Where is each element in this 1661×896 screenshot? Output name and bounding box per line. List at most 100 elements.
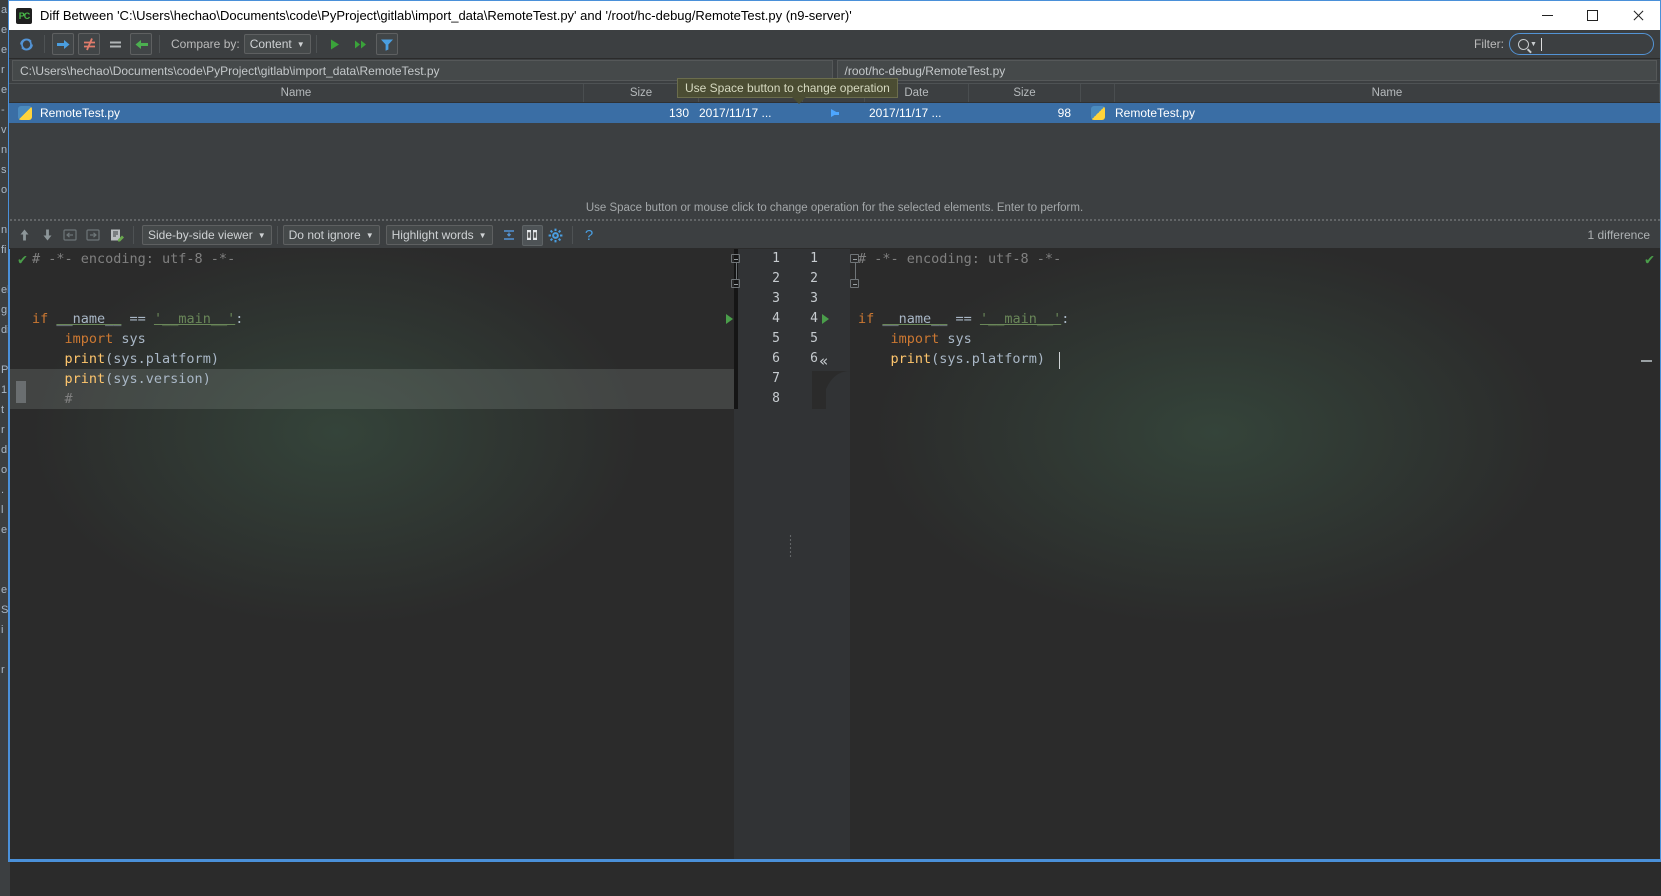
diff-marker-dash <box>1641 360 1652 362</box>
code-line: import sys <box>858 329 1660 349</box>
arrow-left-icon[interactable] <box>130 33 152 55</box>
line-number: 5 <box>810 331 818 346</box>
chevron-down-icon[interactable]: ▼ <box>1530 41 1537 48</box>
toolbar-divider-3 <box>315 35 317 53</box>
column-header-name-left[interactable]: Name <box>9 84 584 102</box>
code-token: '__main__' <box>979 311 1062 327</box>
ignore-mode-value: Do not ignore <box>288 228 361 242</box>
filter-zone: Filter: ▼ <box>1474 33 1654 55</box>
diff-toolbar-divider <box>133 226 134 244</box>
code-token: __name__ <box>882 311 948 327</box>
refresh-icon[interactable] <box>15 33 37 55</box>
code-line: import sys <box>32 329 734 349</box>
code-token: == <box>121 311 154 327</box>
line-number: 8 <box>772 391 780 406</box>
code-token: # -*- encoding: utf-8 -*- <box>32 251 236 267</box>
difference-count: 1 difference <box>1587 228 1651 242</box>
toolbar-divider-2 <box>159 35 160 53</box>
highlight-mode-dropdown[interactable]: Highlight words ▼ <box>385 225 493 245</box>
line-number: 3 <box>772 291 780 306</box>
diff-window: PC Diff Between 'C:\Users\hechao\Documen… <box>8 0 1661 862</box>
arrow-down-icon[interactable] <box>37 225 58 246</box>
line-number: 7 <box>772 371 780 386</box>
code-line: # -*- encoding: utf-8 -*- <box>32 249 734 269</box>
accept-right-icon[interactable] <box>83 225 104 246</box>
code-token: print <box>64 351 106 367</box>
viewer-mode-value: Side-by-side viewer <box>148 228 253 242</box>
compare-by-value: Content <box>249 37 292 51</box>
code-token: # <box>32 391 73 407</box>
accept-left-icon[interactable] <box>60 225 81 246</box>
arrow-up-icon[interactable] <box>14 225 35 246</box>
chevron-down-icon: ▼ <box>257 230 266 240</box>
column-header-name-right[interactable]: Name <box>1115 84 1660 102</box>
line-number: 6 <box>772 351 780 366</box>
file-size-left: 130 <box>668 106 689 120</box>
operation-cell[interactable] <box>803 103 865 123</box>
line-number: 3 <box>810 291 818 306</box>
not-equal-icon[interactable] <box>78 33 100 55</box>
arrow-right-icon[interactable] <box>52 33 74 55</box>
minimize-icon[interactable] <box>1525 1 1570 30</box>
column-header-size-right[interactable]: Size <box>969 84 1081 102</box>
show-whitespaces-icon[interactable] <box>521 224 543 246</box>
left-editor-pane[interactable]: ✔ # -*- encoding: utf-8 -*- if __name__ … <box>9 249 734 861</box>
right-code-lines: # -*- encoding: utf-8 -*- if __name__ ==… <box>858 249 1660 369</box>
code-token: == <box>947 311 980 327</box>
right-path-field[interactable]: /root/hc-debug/RemoteTest.py <box>836 60 1657 81</box>
edit-source-icon[interactable] <box>106 225 127 246</box>
search-input[interactable]: ▼ <box>1509 33 1654 55</box>
column-header-icon-right[interactable] <box>1081 84 1115 102</box>
play-icon[interactable] <box>324 33 346 55</box>
line-number: 1 <box>772 251 780 266</box>
copy-to-right-arrow-icon <box>830 109 839 117</box>
chevron-double-left-icon[interactable]: « <box>819 352 828 370</box>
diff-toolbar: Side-by-side viewer ▼ Do not ignore ▼ Hi… <box>9 222 1660 249</box>
file-list: RemoteTest.py 130 2017/11/17 ... 2017/11… <box>9 103 1660 199</box>
table-row[interactable]: RemoteTest.py 130 2017/11/17 ... 2017/11… <box>9 103 1660 123</box>
funnel-icon[interactable] <box>375 33 398 55</box>
window-bottom-edge <box>9 859 1660 861</box>
close-icon[interactable] <box>1615 1 1660 30</box>
maximize-icon[interactable] <box>1570 1 1615 30</box>
code-token: import <box>64 331 114 347</box>
pycharm-icon: PC <box>16 7 32 24</box>
compare-by-dropdown[interactable]: Content ▼ <box>243 34 311 54</box>
gutter-drag-handle[interactable] <box>789 534 792 558</box>
main-toolbar: Compare by: Content ▼ Filter: ▼ <box>9 30 1660 59</box>
line-number: 4 <box>772 311 780 326</box>
fast-forward-icon[interactable] <box>350 33 372 55</box>
line-number: 2 <box>810 271 818 286</box>
code-line: if __name__ == '__main__': <box>32 309 734 329</box>
run-marker-icon[interactable] <box>822 314 829 324</box>
help-icon[interactable]: ? <box>579 225 600 246</box>
ignore-mode-dropdown[interactable]: Do not ignore ▼ <box>282 225 380 245</box>
filter-label: Filter: <box>1474 37 1504 51</box>
check-mark-icon: ✔ <box>18 250 28 268</box>
file-name-left: RemoteTest.py <box>40 106 121 120</box>
collapse-unchanged-icon[interactable] <box>499 225 520 246</box>
search-icon <box>1518 38 1529 50</box>
viewer-mode-dropdown[interactable]: Side-by-side viewer ▼ <box>142 225 272 245</box>
gear-icon[interactable] <box>545 225 566 246</box>
code-token: print <box>64 371 106 387</box>
left-code-lines: # -*- encoding: utf-8 -*- if __name__ ==… <box>32 249 734 409</box>
toolbar-divider <box>44 35 45 53</box>
operation-tooltip: Use Space button to change operation <box>677 78 898 104</box>
text-caret <box>1059 352 1060 369</box>
equal-icon[interactable] <box>104 33 126 55</box>
code-token: # -*- encoding: utf-8 -*- <box>858 251 1062 267</box>
file-name-right: RemoteTest.py <box>1115 106 1196 120</box>
code-token: (sys.version) <box>105 371 211 387</box>
code-token: sys <box>939 331 972 347</box>
compare-by-label: Compare by: <box>171 37 240 51</box>
right-editor-pane[interactable]: ✔ # -*- encoding: utf-8 -*- if __name__ … <box>850 249 1660 861</box>
run-marker-icon[interactable] <box>726 314 733 324</box>
chevron-down-icon: ▼ <box>365 230 374 240</box>
line-number: 1 <box>810 251 818 266</box>
